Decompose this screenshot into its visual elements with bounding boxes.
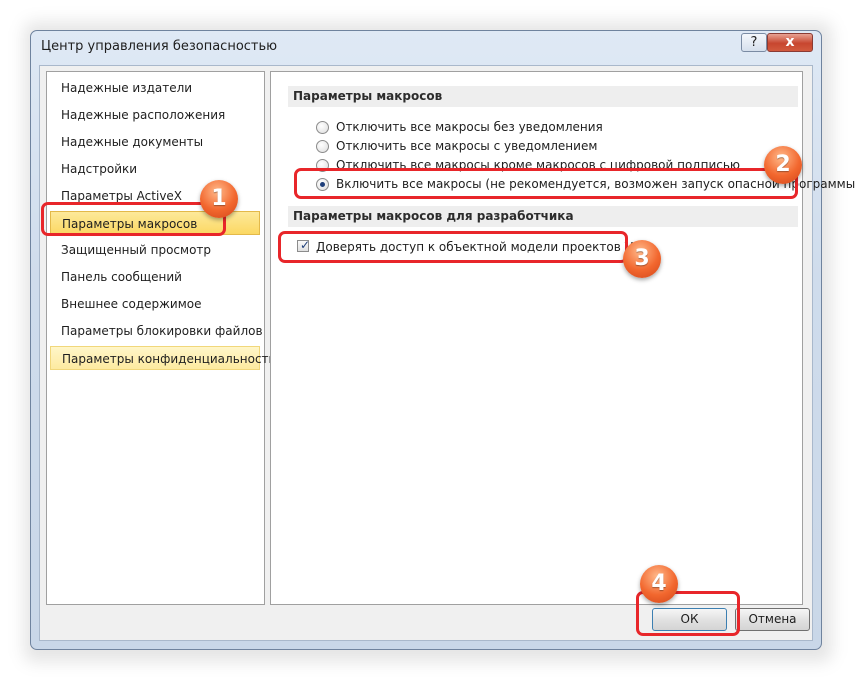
radio-label: Отключить все макросы кроме макросов с ц… <box>336 158 741 172</box>
radio-button-selected[interactable] <box>316 178 329 191</box>
cancel-button[interactable]: Отмена <box>735 608 810 631</box>
radio-label: Отключить все макросы без уведомления <box>336 120 603 134</box>
sidebar-item-privacy-options[interactable]: Параметры конфиденциальности <box>50 346 276 370</box>
step-badge-4: 4 <box>640 565 678 603</box>
checkmark-icon: ✓ <box>300 238 311 252</box>
radio-button[interactable] <box>316 159 329 172</box>
ok-button[interactable]: ОК <box>652 608 727 631</box>
sidebar-item-add-ins[interactable]: Надстройки <box>50 157 260 181</box>
step-badge-3: 3 <box>623 240 661 278</box>
close-button[interactable]: x <box>767 33 813 52</box>
step-badge-1: 1 <box>200 180 238 218</box>
title-bar[interactable]: Центр управления безопасностью ? x <box>31 31 821 65</box>
sidebar-item-external-content[interactable]: Внешнее содержимое <box>50 292 260 316</box>
macro-settings-header: Параметры макросов <box>288 86 798 107</box>
sidebar-item-file-block-settings[interactable]: Параметры блокировки файлов <box>50 319 263 343</box>
settings-panel: Параметры макросов Отключить все макросы… <box>270 71 855 605</box>
sidebar-item-message-bar[interactable]: Панель сообщений <box>50 265 260 289</box>
sidebar-item-trusted-documents[interactable]: Надежные документы <box>50 130 260 154</box>
category-sidebar: Надежные издатели Надежные расположения … <box>46 71 276 605</box>
sidebar-item-protected-view[interactable]: Защищенный просмотр <box>50 238 260 262</box>
developer-settings-header: Параметры макросов для разработчика <box>288 206 798 227</box>
step-badge-2: 2 <box>764 146 802 184</box>
trust-center-dialog: Центр управления безопасностью ? x Надеж… <box>30 30 855 650</box>
radio-button[interactable] <box>316 121 329 134</box>
help-button[interactable]: ? <box>741 33 767 52</box>
sidebar-item-trusted-locations[interactable]: Надежные расположения <box>50 103 260 127</box>
radio-button[interactable] <box>316 140 329 153</box>
radio-label: Отключить все макросы с уведомлением <box>336 139 598 153</box>
sidebar-item-trusted-publishers[interactable]: Надежные издатели <box>50 76 260 100</box>
dialog-client-area: Надежные издатели Надежные расположения … <box>39 65 855 641</box>
window-title: Центр управления безопасностью <box>41 39 278 54</box>
trust-vba-checkbox[interactable]: ✓ <box>297 238 311 252</box>
trust-vba-label: Доверять доступ к объектной модели проек… <box>316 240 650 254</box>
